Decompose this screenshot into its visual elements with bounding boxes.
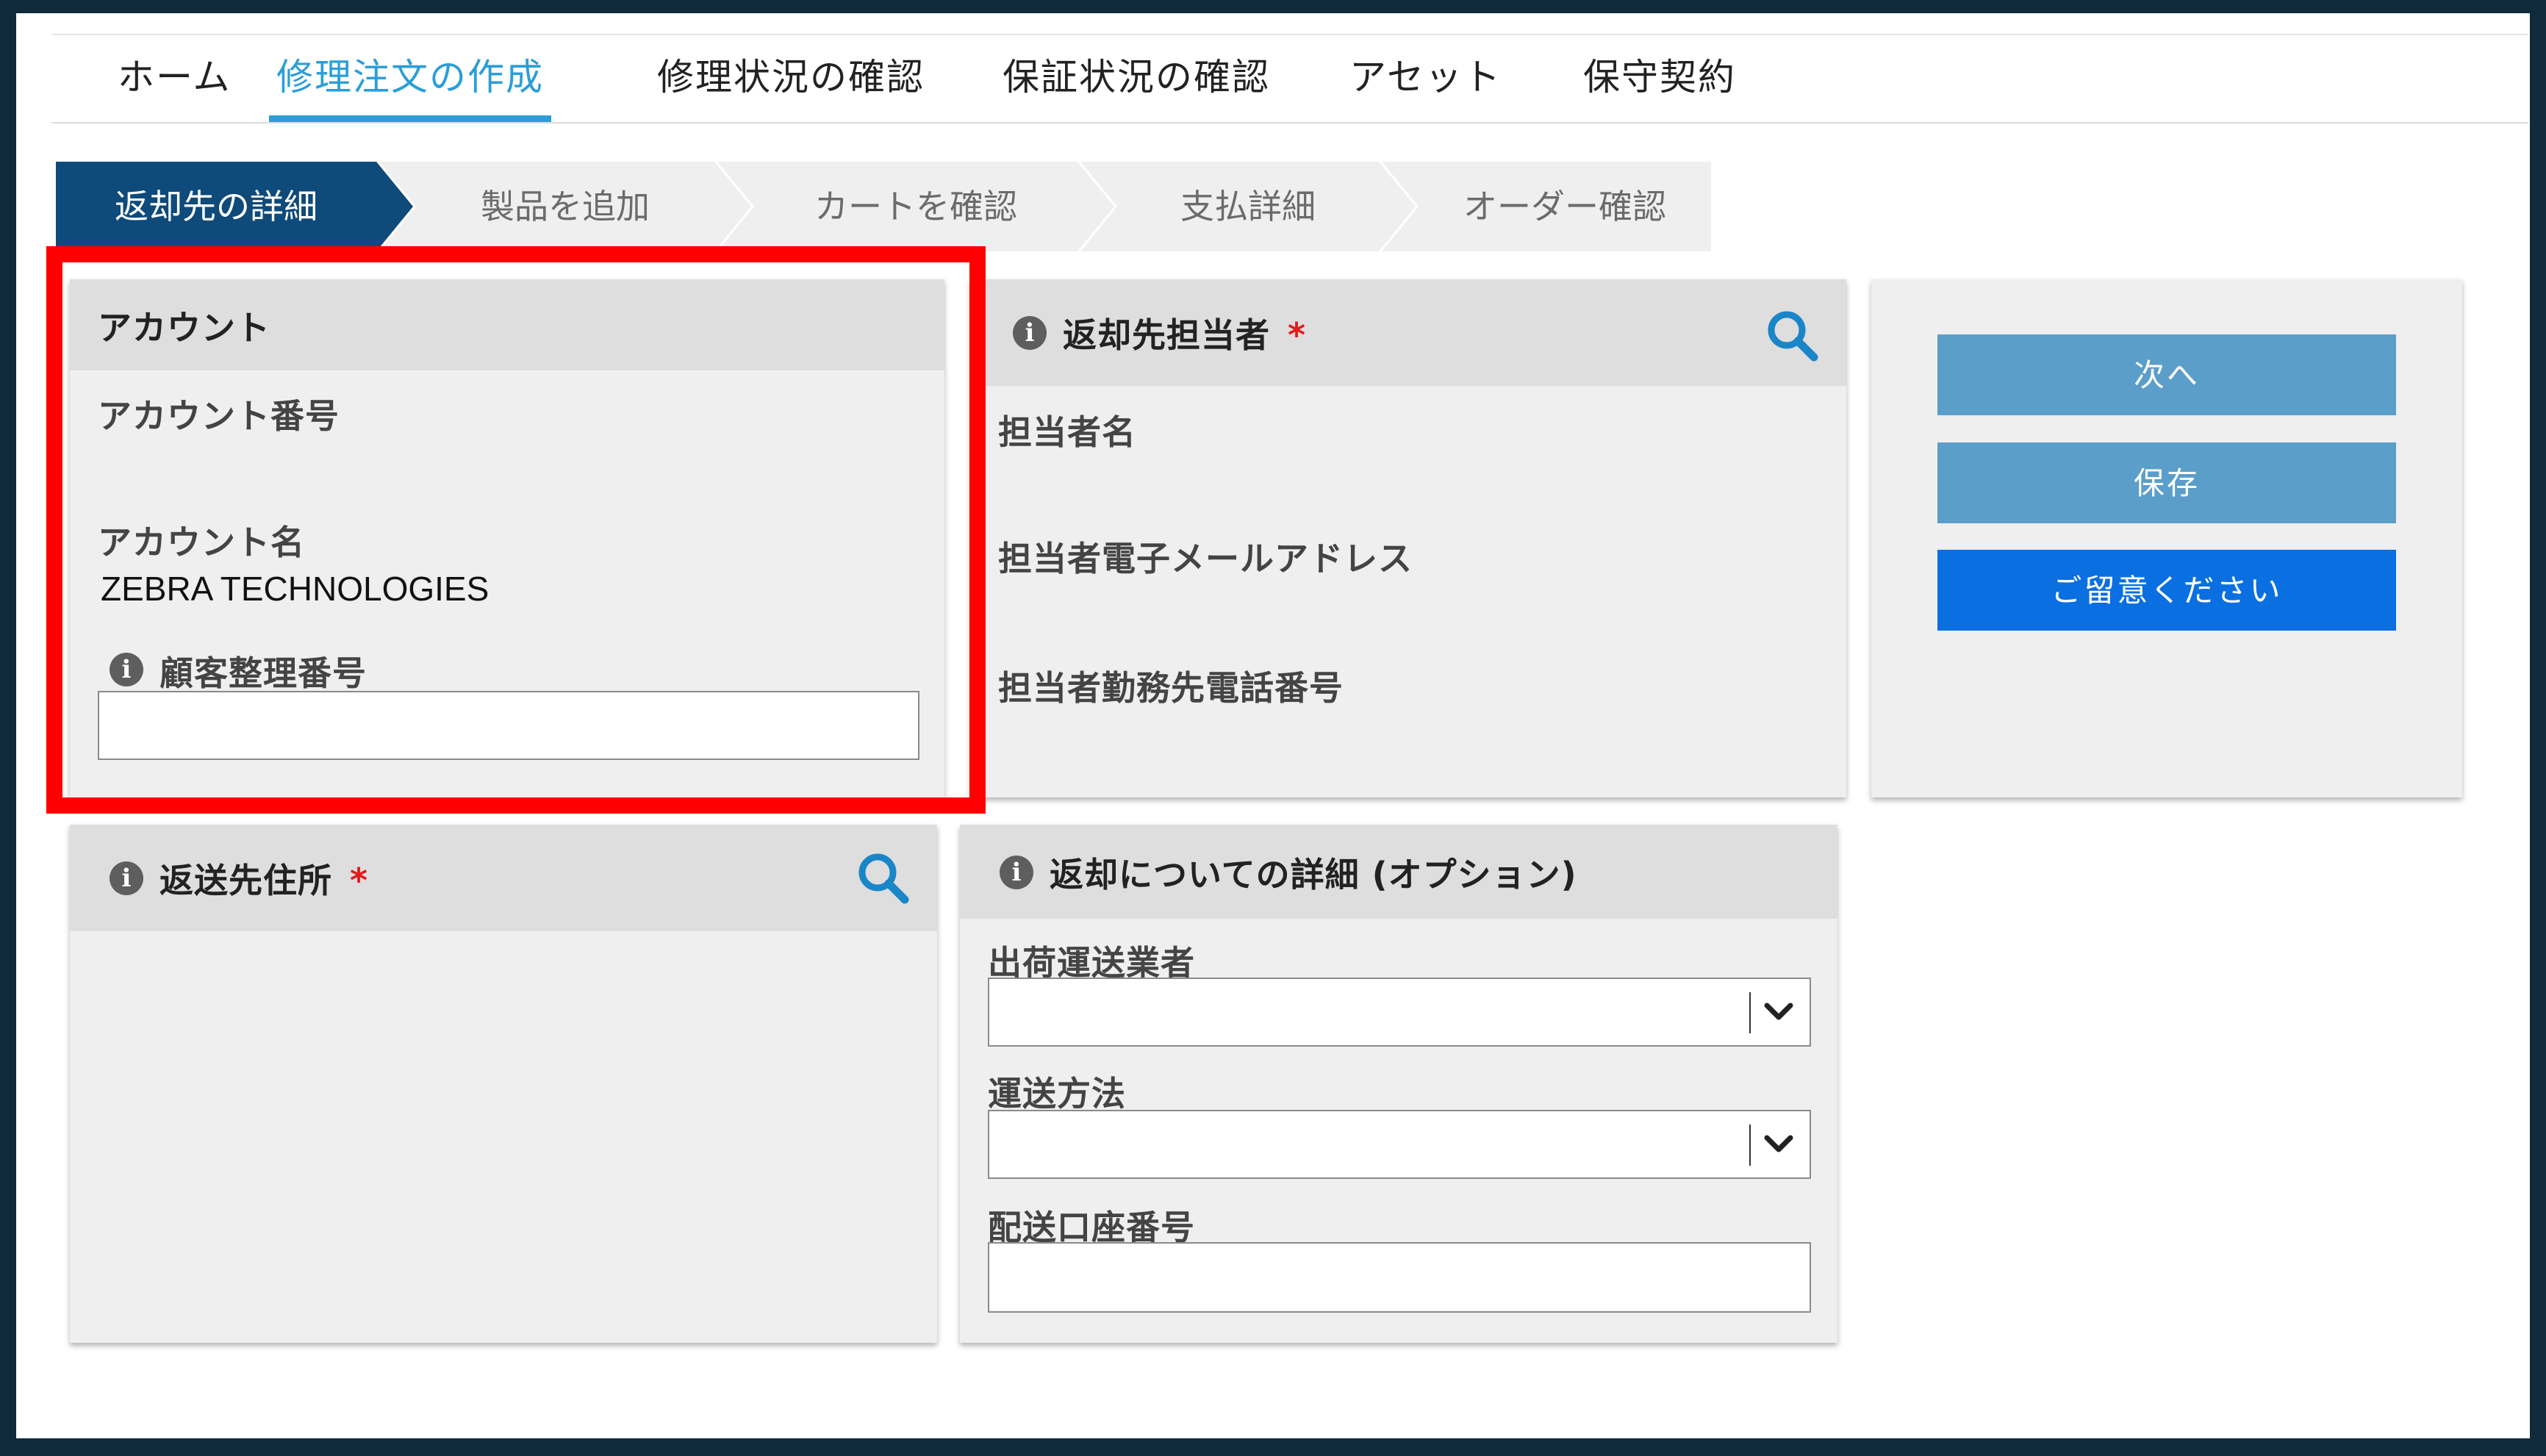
nav-tab-home[interactable]: ホーム (110, 35, 239, 122)
account-name-value: ZEBRA TECHNOLOGIES (101, 570, 490, 608)
contact-name-label: 担当者名 (998, 412, 1136, 452)
step-payment-details[interactable]: 支払詳細 (1117, 162, 1379, 251)
step-review-cart[interactable]: カートを確認 (754, 162, 1077, 251)
save-button[interactable]: 保存 (1937, 442, 2396, 523)
account-panel-title: アカウント (98, 308, 270, 348)
step-order-confirmation[interactable]: オーダー確認 (1419, 162, 1711, 251)
top-navigation: ホーム 修理注文の作成 修理状況の確認 保証状況の確認 アセット 保守契約 (51, 34, 2528, 123)
nav-tab-assets[interactable]: アセット (1342, 35, 1509, 122)
actions-panel: 次へ 保存 ご留意ください (1871, 279, 2462, 797)
return-details-title: 返却についての詳細 (オプション) (1050, 855, 1577, 894)
carrier-select[interactable] (988, 978, 1811, 1047)
account-panel-header: アカウント (70, 279, 944, 370)
customer-reference-label: 顧客整理番号 (159, 653, 367, 693)
step-add-products[interactable]: 製品を追加 (416, 162, 714, 251)
nav-tab-create-repair-order[interactable]: 修理注文の作成 (269, 35, 551, 122)
return-address-panel: i 返送先住所 * (70, 825, 937, 1343)
required-asterisk: * (1288, 315, 1307, 355)
shipping-method-label: 運送方法 (988, 1074, 1126, 1113)
return-details-panel: i 返却についての詳細 (オプション) 出荷運送業者 運送方法 配送口座番号 (960, 825, 1837, 1343)
info-icon: i (1000, 856, 1033, 889)
select-divider (1749, 1125, 1751, 1166)
return-address-panel-header: i 返送先住所 * (70, 825, 937, 931)
nav-tab-service-contracts[interactable]: 保守契約 (1576, 35, 1743, 122)
return-contact-panel-header: i 返却先担当者 * (970, 279, 1846, 386)
chevron-down-icon[interactable] (1763, 997, 1795, 1029)
return-details-panel-header: i 返却についての詳細 (オプション) (960, 825, 1837, 919)
account-number-label: アカウント番号 (98, 396, 340, 436)
next-button[interactable]: 次へ (1937, 334, 2396, 415)
info-icon: i (1013, 316, 1047, 350)
customer-reference-input[interactable] (98, 691, 919, 760)
info-icon: i (110, 653, 143, 686)
info-icon: i (110, 861, 143, 895)
account-panel: アカウント アカウント番号 アカウント名 ZEBRA TECHNOLOGIES … (70, 279, 944, 797)
step-return-details[interactable]: 返却先の詳細 (56, 162, 376, 251)
nav-tab-warranty-status[interactable]: 保証状況の確認 (995, 35, 1277, 122)
step-indicator: 返却先の詳細 製品を追加 カートを確認 支払詳細 オーダー確認 (56, 162, 1717, 251)
contact-phone-label: 担当者勤務先電話番号 (998, 668, 1344, 708)
nav-tab-repair-status[interactable]: 修理状況の確認 (650, 35, 932, 122)
shipping-method-select[interactable] (988, 1110, 1811, 1179)
search-icon[interactable] (1764, 307, 1820, 363)
chevron-down-icon[interactable] (1763, 1129, 1795, 1161)
search-icon[interactable] (855, 850, 911, 905)
contact-email-label: 担当者電子メールアドレス (998, 539, 1413, 578)
notice-button[interactable]: ご留意ください (1937, 550, 2396, 631)
return-address-title: 返送先住所 * (159, 861, 369, 900)
required-asterisk: * (350, 861, 369, 900)
return-contact-title: 返却先担当者 * (1063, 315, 1307, 355)
return-contact-panel: i 返却先担当者 * 担当者名 担当者電子メールアドレス 担当者勤務先電話番号 (970, 279, 1846, 797)
account-name-label: アカウント名 (98, 523, 305, 562)
shipping-account-input[interactable] (988, 1242, 1811, 1313)
select-divider (1749, 992, 1751, 1033)
